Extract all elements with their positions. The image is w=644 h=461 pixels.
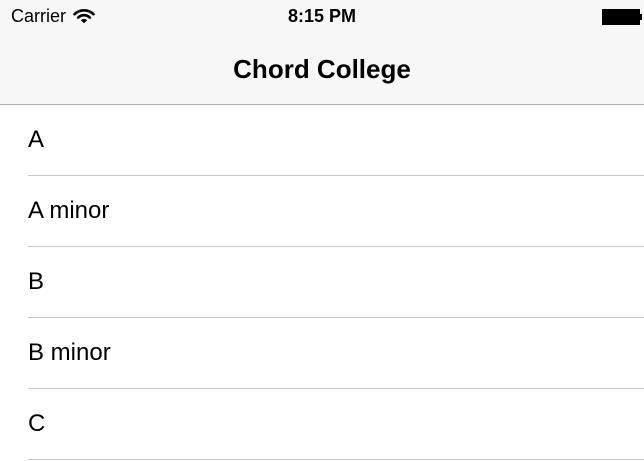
top-bars: Carrier 8:15 PM Chord College bbox=[0, 0, 644, 105]
chord-label: A minor bbox=[28, 197, 110, 224]
chord-label: B bbox=[28, 268, 45, 295]
nav-title: Chord College bbox=[233, 54, 411, 84]
chord-label: B minor bbox=[28, 339, 111, 366]
chord-list-item[interactable]: A minor bbox=[0, 176, 644, 247]
battery-icon bbox=[602, 9, 642, 25]
chord-list: A A minor B B minor C bbox=[0, 105, 644, 460]
chord-list-item[interactable]: B bbox=[0, 247, 644, 318]
status-time: 8:15 PM bbox=[287, 6, 357, 26]
chord-label: A bbox=[28, 126, 45, 153]
status-bar: Carrier 8:15 PM bbox=[0, 0, 644, 32]
chord-list-item[interactable]: A bbox=[0, 105, 644, 176]
chord-list-item[interactable]: B minor bbox=[0, 318, 644, 389]
navigation-bar: Chord College bbox=[0, 32, 644, 104]
app-screen: Carrier 8:15 PM Chord College A A minor bbox=[0, 0, 644, 461]
chord-label: C bbox=[28, 410, 46, 437]
chord-list-item[interactable]: C bbox=[0, 389, 644, 460]
